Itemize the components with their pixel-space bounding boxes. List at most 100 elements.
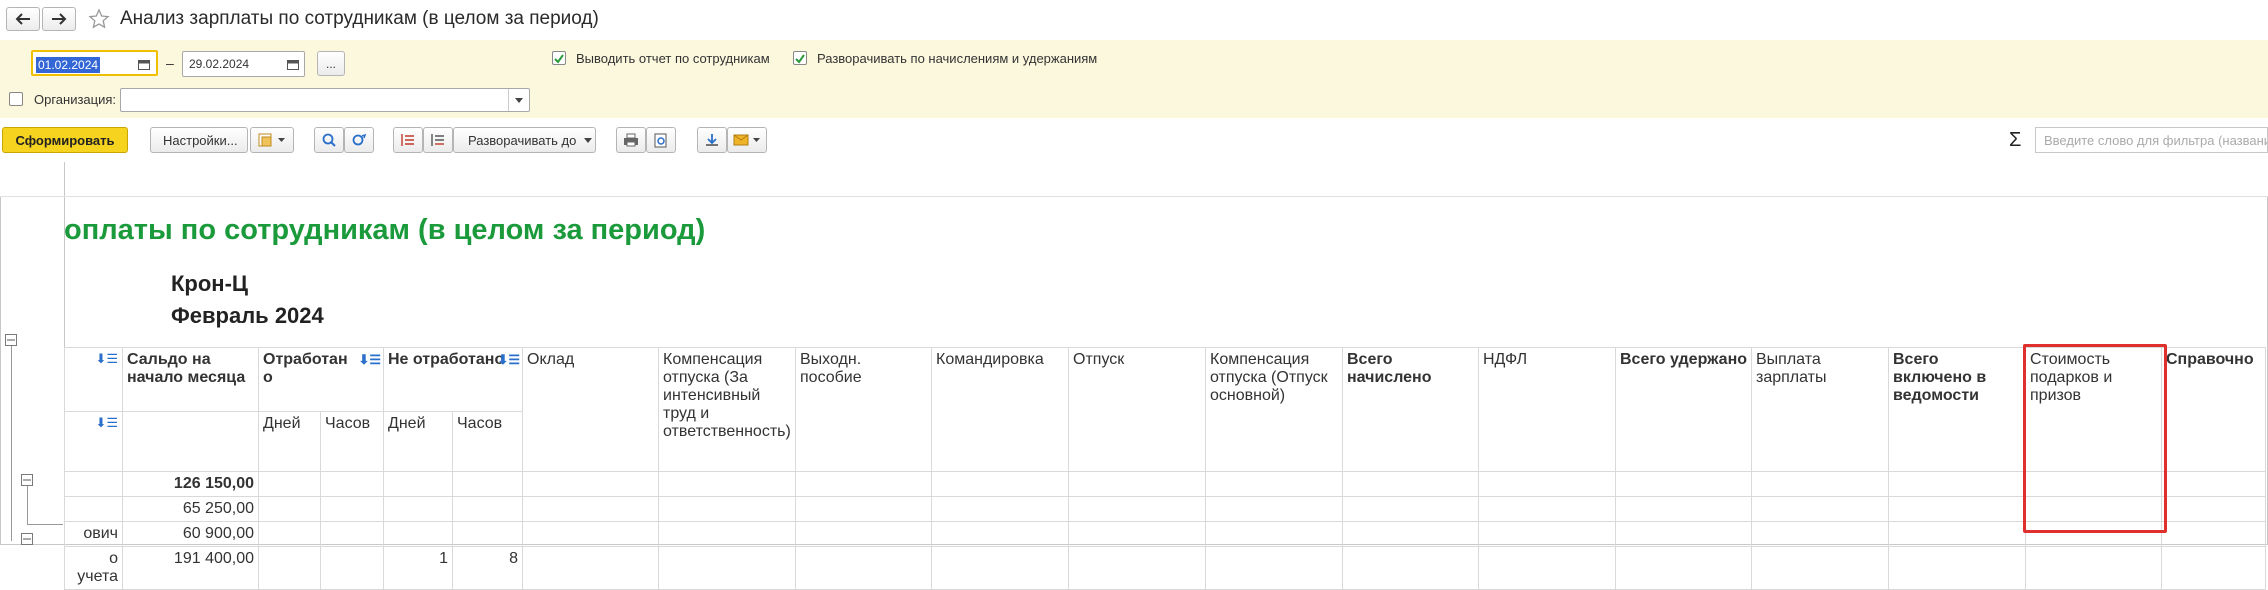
report-table: ⬇☰ Сальдо на начало месяца Отработан о ⬇… (64, 347, 2266, 590)
organization-label: Организация: (34, 92, 117, 107)
chevron-down-icon (584, 137, 593, 143)
header-not-worked: Не отработано ⬇☰ (383, 347, 523, 412)
generate-button[interactable]: Сформировать (2, 127, 128, 153)
group-collapse-icon[interactable] (21, 474, 33, 486)
collapse-groups-button[interactable] (423, 127, 453, 153)
date-to-value: 29.02.2024 (189, 57, 250, 71)
subheader-hours: Часов (320, 411, 384, 472)
sort-icon[interactable]: ⬇☰ (497, 352, 520, 368)
sort-icon[interactable]: ⬇☰ (358, 352, 381, 368)
header-reference: Справочно (2161, 347, 2266, 472)
row-nw-hours (452, 521, 523, 547)
organization-checkbox[interactable] (9, 92, 23, 106)
print-preview-icon (654, 133, 667, 147)
row-saldo: 60 900,00 (122, 521, 259, 547)
organization-value (123, 89, 131, 99)
table-row[interactable]: ович 60 900,00 (64, 521, 2266, 547)
date-from-value: 01.02.2024 (36, 57, 101, 73)
row-label: о учета (64, 546, 123, 590)
group-collapse-icon (431, 134, 444, 146)
date-to-field[interactable]: 29.02.2024 (182, 51, 305, 77)
print-button[interactable] (616, 127, 646, 153)
header-total-withheld: Всего удержано (1615, 347, 1752, 472)
checkmark-icon (795, 54, 805, 64)
variants-dropdown-button[interactable] (250, 127, 294, 153)
save-button[interactable] (697, 127, 727, 153)
subheader-days: Дней (258, 411, 321, 472)
subheader-hours: Часов (452, 411, 523, 472)
sort-icon[interactable]: ⬇☰ (95, 351, 118, 367)
subheader-cell (122, 411, 259, 472)
header-salary-payment: Выплата зарплаты (1751, 347, 1889, 472)
back-button[interactable] (6, 7, 40, 31)
search-button[interactable] (314, 127, 344, 153)
table-row[interactable]: о учета 191 400,00 1 8 (64, 546, 2266, 590)
calendar-icon[interactable] (283, 53, 303, 75)
header-business-trip: Командировка (931, 347, 1069, 472)
expand-groups-button[interactable] (393, 127, 423, 153)
subheader-cell: ⬇☰ (64, 411, 123, 472)
group-expand-icon (401, 134, 414, 146)
header-worked: Отработан о ⬇☰ (258, 347, 384, 412)
sort-icon[interactable]: ⬇☰ (95, 415, 118, 431)
row-label (64, 496, 123, 522)
group-line (11, 346, 12, 541)
header-ndfl: НДФЛ (1478, 347, 1616, 472)
search-next-button[interactable] (344, 127, 374, 153)
search-refresh-icon (352, 133, 367, 146)
checkmark-icon (554, 54, 564, 64)
arrow-left-icon (15, 13, 30, 25)
report-title: оплаты по сотрудникам (в целом за период… (64, 214, 706, 246)
arrow-right-icon (52, 13, 67, 25)
select-period-button[interactable]: ... (317, 51, 345, 76)
filter-input[interactable]: Введите слово для фильтра (названи (2035, 127, 2268, 153)
calendar-icon[interactable] (134, 53, 154, 75)
column-ruler (0, 162, 2268, 197)
row-nw-days: 1 (383, 546, 453, 590)
forward-button[interactable] (42, 7, 76, 31)
row-label: ович (64, 521, 123, 547)
by-employees-checkbox[interactable] (552, 51, 566, 65)
table-row[interactable]: 126 150,00 (64, 471, 2266, 497)
group-line (27, 486, 28, 524)
divider (0, 196, 2268, 197)
header-cell: ⬇☰ (64, 347, 123, 412)
row-saldo: 65 250,00 (122, 496, 259, 522)
highlight-box (2023, 344, 2167, 533)
group-collapse-icon[interactable] (21, 533, 33, 545)
printer-icon (624, 133, 638, 147)
chevron-down-icon[interactable] (508, 89, 529, 111)
header-total-accrued: Всего начислено (1342, 347, 1479, 472)
send-dropdown-button[interactable] (727, 127, 767, 153)
expand-to-dropdown[interactable]: Разворачивать до (453, 127, 596, 153)
group-line (27, 524, 63, 525)
group-collapse-icon[interactable] (5, 334, 17, 346)
row-nw-hours (452, 471, 523, 497)
row-group-ruler (0, 162, 65, 545)
window-title: Анализ зарплаты по сотрудникам (в целом … (120, 8, 599, 29)
row-nw-days (383, 471, 453, 497)
parameters-panel: 01.02.2024 – 29.02.2024 ... Выводить отч… (0, 40, 2268, 118)
title-bar: Анализ зарплаты по сотрудникам (в целом … (0, 0, 2268, 40)
header-comp-intensive: Компенсация отпуска (За интенсивный труд… (658, 347, 796, 472)
subheader-days: Дней (383, 411, 453, 472)
expand-accruals-label: Разворачивать по начислениям и удержания… (817, 51, 1098, 66)
sum-sigma-icon[interactable]: Σ (2009, 129, 2021, 152)
table-row[interactable]: 65 250,00 (64, 496, 2266, 522)
favorite-star-icon[interactable] (86, 6, 112, 32)
header-total-in-statement: Всего включено в ведомости (1888, 347, 2026, 472)
row-nw-hours: 8 (452, 546, 523, 590)
organization-select[interactable] (120, 88, 530, 112)
date-from-field[interactable]: 01.02.2024 (31, 50, 158, 76)
expand-to-label: Разворачивать до (468, 132, 577, 148)
expand-accruals-checkbox[interactable] (793, 51, 807, 65)
envelope-icon (733, 134, 760, 146)
header-saldo: Сальдо на начало месяца (122, 347, 259, 412)
date-separator: – (166, 55, 174, 71)
header-severance: Выходн. пособие (795, 347, 932, 472)
row-saldo: 126 150,00 (122, 471, 259, 497)
download-icon (706, 134, 718, 146)
print-preview-button[interactable] (646, 127, 676, 153)
header-worked-label: Отработан о (263, 351, 348, 386)
settings-button[interactable]: Настройки... (150, 127, 248, 153)
